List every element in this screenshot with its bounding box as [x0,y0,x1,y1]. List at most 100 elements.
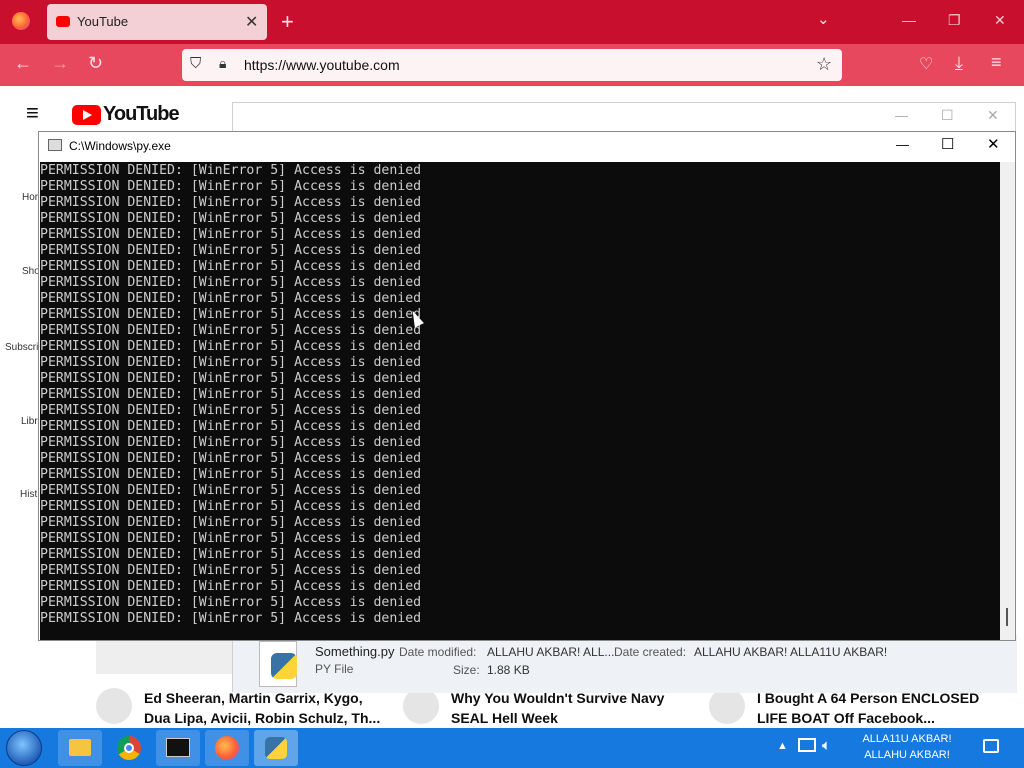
tab-youtube[interactable]: YouTube ✕ [47,4,267,40]
hamburger-menu-icon[interactable]: ≡ [991,52,1002,73]
console-maximize-icon[interactable]: ☐ [941,135,954,153]
file-details-pane: Something.py PY File Date modified: ALLA… [233,635,1017,693]
chrome-icon-center [124,743,134,753]
console-line: PERMISSION DENIED: [WinError 5] Access i… [40,467,422,482]
terminal-icon [166,738,190,757]
tray-overflow-icon[interactable]: ▲ [777,740,788,752]
clock-line-2[interactable]: ALLAHU AKBAR! [852,748,962,763]
video-title-1b[interactable]: Dua Lipa, Avicii, Robin Schulz, Th... [144,708,380,728]
console-line: PERMISSION DENIED: [WinError 5] Access i… [40,419,422,434]
console-line: PERMISSION DENIED: [WinError 5] Access i… [40,163,422,178]
python-icon [265,737,287,759]
reload-icon[interactable]: ↻ [88,53,103,74]
explorer-close-icon[interactable]: ✕ [987,107,999,124]
console-line: PERMISSION DENIED: [WinError 5] Access i… [40,403,422,418]
youtube-logo-text: YouTube [103,103,180,125]
bookmark-star-icon[interactable]: ☆ [816,54,832,75]
start-button-icon[interactable] [6,730,42,766]
console-line: PERMISSION DENIED: [WinError 5] Access i… [40,275,422,290]
date-created-value: ALLAHU AKBAR! ALLA11U AKBAR! [694,645,888,659]
explorer-maximize-icon[interactable]: ☐ [941,107,954,124]
date-modified-label: Date modified: [399,645,477,659]
firefox-menu-icon[interactable] [12,12,30,30]
taskbar-firefox-button[interactable] [205,730,249,766]
yt-menu-icon[interactable]: ≡ [26,100,39,126]
tab-close-icon[interactable]: ✕ [245,12,258,32]
firefox-icon [215,736,239,760]
restore-icon[interactable]: ❐ [948,12,961,29]
youtube-play-triangle-icon [83,110,92,120]
console-line: PERMISSION DENIED: [WinError 5] Access i… [40,435,422,450]
url-bar[interactable]: ⛉ 🔒︎ https://www.youtube.com ☆ [182,49,842,81]
console-line: PERMISSION DENIED: [WinError 5] Access i… [40,179,422,194]
file-type: PY File [315,662,354,676]
lock-icon[interactable]: 🔒︎ [219,55,226,72]
console-line: PERMISSION DENIED: [WinError 5] Access i… [40,483,422,498]
taskbar-console-button[interactable] [156,730,200,766]
tab-title: YouTube [77,14,129,29]
console-line: PERMISSION DENIED: [WinError 5] Access i… [40,323,422,338]
file-name: Something.py [315,644,395,659]
console-minimize-icon[interactable]: — [896,137,909,152]
sidebar-label-library[interactable]: Libr [21,416,38,427]
sidebar-label-home[interactable]: Hor [22,192,38,203]
console-line: PERMISSION DENIED: [WinError 5] Access i… [40,563,422,578]
tab-list-chevron-icon[interactable]: ⌄ [817,10,830,28]
console-output-lines: PERMISSION DENIED: [WinError 5] Access i… [40,163,421,627]
console-line: PERMISSION DENIED: [WinError 5] Access i… [40,611,422,626]
console-line: PERMISSION DENIED: [WinError 5] Access i… [40,307,422,322]
explorer-minimize-icon[interactable]: — [895,108,908,123]
back-arrow-icon[interactable]: ← [14,53,32,74]
taskbar-python-button[interactable] [254,730,298,766]
channel-avatar[interactable] [403,688,439,724]
python-logo-icon [271,653,297,679]
channel-avatar[interactable] [709,688,745,724]
console-output[interactable]: PERMISSION DENIED: [WinError 5] Access i… [40,162,1000,640]
clock-line-1[interactable]: ALLA11U AKBAR! [852,732,962,747]
size-label: Size: [453,663,480,677]
console-line: PERMISSION DENIED: [WinError 5] Access i… [40,339,422,354]
minimize-icon[interactable]: — [902,12,916,28]
console-scrollbar[interactable] [1000,162,1015,640]
sidebar-label-subscriptions[interactable]: Subscri [5,342,38,353]
network-icon[interactable] [798,738,816,752]
notification-icon[interactable] [983,739,999,753]
shield-icon[interactable]: ⛉ [190,55,201,72]
downloads-icon[interactable]: ⤓ [955,53,963,74]
console-app-icon [48,139,62,151]
console-line: PERMISSION DENIED: [WinError 5] Access i… [40,515,422,530]
console-line: PERMISSION DENIED: [WinError 5] Access i… [40,451,422,466]
console-line: PERMISSION DENIED: [WinError 5] Access i… [40,259,422,274]
browser-tab-bar: YouTube ✕ + ⌄ — ❐ ✕ [0,0,1024,44]
video-thumbnail[interactable] [96,640,232,674]
console-line: PERMISSION DENIED: [WinError 5] Access i… [40,291,422,306]
console-line: PERMISSION DENIED: [WinError 5] Access i… [40,595,422,610]
channel-avatar[interactable] [96,688,132,724]
new-tab-icon[interactable]: + [281,9,294,35]
console-close-icon[interactable]: ✕ [987,135,1000,153]
url-text[interactable]: https://www.youtube.com [244,57,400,73]
close-icon[interactable]: ✕ [994,12,1006,29]
console-line: PERMISSION DENIED: [WinError 5] Access i… [40,243,422,258]
forward-arrow-icon[interactable]: → [51,53,69,74]
taskbar: ▲ 🔈︎ ALLA11U AKBAR! ALLAHU AKBAR! [0,728,1024,768]
volume-icon[interactable]: 🔈︎ [822,737,831,754]
taskbar-chrome-button[interactable] [107,730,151,766]
video-title-3b[interactable]: LIFE BOAT Off Facebook... [757,708,935,728]
video-title-2b[interactable]: SEAL Hell Week [451,708,558,728]
console-title: C:\Windows\py.exe [69,139,171,153]
folder-icon [69,739,91,756]
console-line: PERMISSION DENIED: [WinError 5] Access i… [40,531,422,546]
console-line: PERMISSION DENIED: [WinError 5] Access i… [40,499,422,514]
sidebar-label-history[interactable]: Hist [20,489,37,500]
console-line: PERMISSION DENIED: [WinError 5] Access i… [40,371,422,386]
taskbar-explorer-button[interactable] [58,730,102,766]
pocket-icon[interactable]: ♡ [919,54,933,74]
console-line: PERMISSION DENIED: [WinError 5] Access i… [40,211,422,226]
console-line: PERMISSION DENIED: [WinError 5] Access i… [40,195,422,210]
console-line: PERMISSION DENIED: [WinError 5] Access i… [40,355,422,370]
console-scrollbar-thumb[interactable] [1006,608,1008,626]
console-line: PERMISSION DENIED: [WinError 5] Access i… [40,547,422,562]
date-created-label: Date created: [614,645,687,659]
date-modified-value: ALLAHU AKBAR! ALL... [487,645,615,659]
